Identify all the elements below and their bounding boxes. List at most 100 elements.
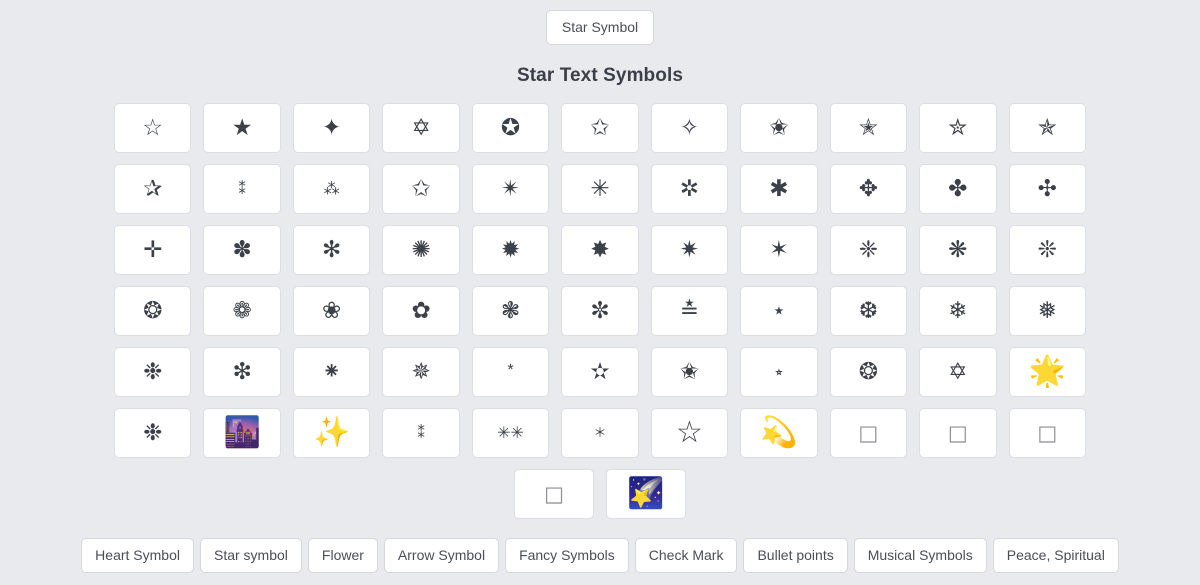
symbol-card-white-four-pointed-star[interactable]: ✧ bbox=[650, 103, 729, 153]
symbol-card-shooting-star[interactable]: 🌠 bbox=[606, 469, 686, 519]
circled-white-star-icon: ✪ bbox=[500, 114, 521, 141]
symbol-row: □ 🌠 bbox=[114, 469, 1086, 519]
four-balloon-spoked-asterisk-icon: ✣ bbox=[1037, 175, 1057, 202]
symbol-card-double-eight-spoked-asterisk[interactable]: ✳✳ bbox=[471, 408, 550, 458]
symbol-card-eight-teardrop-propeller-asterisk[interactable]: ❊ bbox=[1008, 225, 1086, 275]
symbol-card-white-small-star[interactable]: ⭒ bbox=[740, 347, 818, 397]
nav-peace-spiritual[interactable]: Peace, Spiritual bbox=[992, 538, 1119, 573]
eight-pointed-rectilinear-black-star-icon: ✸ bbox=[590, 236, 610, 263]
symbol-card-heavy-four-balloon-spoked-asterisk[interactable]: ✤ bbox=[919, 164, 997, 214]
eight-petalled-florette-icon: ❁ bbox=[232, 297, 252, 324]
symbol-card-sparkle[interactable]: ❇ bbox=[203, 347, 281, 397]
symbol-card-balloon-spoked-asterisk-2[interactable]: ❉ bbox=[114, 408, 192, 458]
fullwidth-asterisk-icon: ＊ bbox=[593, 425, 607, 441]
flower-punctuation-mark-icon: ⁕ bbox=[321, 358, 342, 385]
double-eight-spoked-asterisk-icon: ✳✳ bbox=[497, 423, 524, 442]
heavy-teardrop-spoked-pinwheel-asterisk-icon: ❃ bbox=[500, 297, 521, 324]
symbol-card-two-asterisks-aligned-vertically[interactable]: ⁑ bbox=[203, 164, 281, 214]
heavy-sparkle-icon: ❈ bbox=[858, 236, 878, 263]
symbol-card-snowflake[interactable]: ❄ bbox=[919, 286, 997, 336]
symbol-card-heavy-chevron-snowflake[interactable]: ❆ bbox=[829, 286, 908, 336]
symbol-card-white-florette[interactable]: ❀ bbox=[292, 286, 371, 336]
star-operator-icon: ⋆ bbox=[771, 297, 787, 324]
symbol-card-two-asterisks-aligned-vertically-2[interactable]: ⁑ bbox=[382, 408, 460, 458]
symbol-card-sixteen-pointed-asterisk[interactable]: ✺ bbox=[382, 225, 460, 275]
symbol-card-eight-pointed-pinwheel-star-2[interactable]: ✵ bbox=[382, 347, 460, 397]
symbol-card-star-of-david[interactable]: ✡ bbox=[382, 103, 460, 153]
symbol-card-flower-punctuation-mark[interactable]: ⁕ bbox=[292, 347, 371, 397]
symbol-card-black-florette[interactable]: ✿ bbox=[382, 286, 460, 336]
symbol-card-missing-glyph-box-1[interactable]: □ bbox=[829, 408, 908, 458]
symbol-card-asterism[interactable]: ⁂ bbox=[292, 164, 371, 214]
symbol-card-fullwidth-asterisk[interactable]: ＊ bbox=[561, 408, 639, 458]
symbol-card-eight-petalled-florette[interactable]: ❁ bbox=[203, 286, 281, 336]
symbol-card-heavy-outlined-black-star[interactable]: ✮ bbox=[919, 103, 997, 153]
symbol-card-twelve-pointed-black-star[interactable]: ✹ bbox=[471, 225, 550, 275]
symbol-card-six-pointed-black-star[interactable]: ✶ bbox=[740, 225, 818, 275]
nav-musical-symbols[interactable]: Musical Symbols bbox=[853, 538, 987, 573]
six-pointed-black-star-icon: ✶ bbox=[769, 236, 789, 263]
symbol-card-star-equals[interactable]: ≛ bbox=[650, 286, 729, 336]
symbol-card-missing-glyph-box-4[interactable]: □ bbox=[514, 469, 594, 519]
symbol-card-missing-glyph-box-3[interactable]: □ bbox=[1008, 408, 1086, 458]
symbol-card-cityscape-at-dusk[interactable]: 🌆 bbox=[203, 408, 281, 458]
symbol-card-circled-open-centre-eight-pointed-star[interactable]: ❂ bbox=[114, 286, 192, 336]
nav-fancy-symbols[interactable]: Fancy Symbols bbox=[505, 538, 629, 573]
nav-star-symbol[interactable]: Star symbol bbox=[199, 538, 302, 573]
circled-open-centre-eight-pointed-star-icon: ❂ bbox=[143, 297, 163, 324]
symbol-card-white-star[interactable]: ☆ bbox=[114, 103, 192, 153]
symbol-card-open-centre-cross[interactable]: ✛ bbox=[114, 225, 192, 275]
symbol-card-star-of-david-2[interactable]: ✡ bbox=[919, 347, 997, 397]
symbol-card-missing-glyph-box-2[interactable]: □ bbox=[919, 408, 997, 458]
symbol-card-teardrop-spoked-asterisk[interactable]: ✻ bbox=[292, 225, 371, 275]
symbol-card-heavy-eight-teardrop-propeller-asterisk[interactable]: ❋ bbox=[919, 225, 997, 275]
symbol-row: ❉ ❇ ⁕ ✵⃰ ✫ ✬ ⭒ ❂ ✡ 🌟 bbox=[114, 347, 1086, 397]
symbol-card-heavy-teardrop-spoked-pinwheel-asterisk[interactable]: ❃ bbox=[471, 286, 550, 336]
nav-check-mark[interactable]: Check Mark bbox=[634, 538, 738, 573]
white-small-star-icon: ⭒ bbox=[774, 362, 784, 381]
symbol-card-four-balloon-spoked-asterisk[interactable]: ✣ bbox=[1008, 164, 1086, 214]
symbol-card-stress-outlined-white-star[interactable]: ✩ bbox=[561, 103, 639, 153]
symbol-card-white-star-2[interactable]: ☆ bbox=[650, 408, 729, 458]
symbol-card-black-centred-white-star-2[interactable]: ✬ bbox=[650, 347, 729, 397]
nav-arrow-symbol[interactable]: Arrow Symbol bbox=[383, 538, 500, 573]
symbol-card-circled-open-centre-eight-pointed-star-2[interactable]: ❂ bbox=[829, 347, 908, 397]
nav-heart-symbol[interactable]: Heart Symbol bbox=[81, 538, 194, 573]
missing-glyph-box-4-icon: □ bbox=[544, 481, 564, 506]
star-symbol-button[interactable]: Star Symbol bbox=[545, 10, 655, 45]
symbol-card-open-centre-teardrop-spoked-asterisk[interactable]: ✼ bbox=[561, 286, 639, 336]
symbol-card-four-club-shaped-ballot[interactable]: ✥ bbox=[829, 164, 908, 214]
symbol-card-dizzy-symbol[interactable]: 💫 bbox=[740, 408, 818, 458]
symbol-card-eight-pointed-black-star[interactable]: ✴ bbox=[471, 164, 550, 214]
symbol-card-stress-outlined-white-star-2[interactable]: ✩ bbox=[382, 164, 460, 214]
symbol-card-heavy-sparkle[interactable]: ❈ bbox=[829, 225, 908, 275]
symbol-card-sparkles[interactable]: ✨ bbox=[292, 408, 371, 458]
symbol-card-star-operator[interactable]: ⋆ bbox=[740, 286, 818, 336]
symbol-card-glowing-star[interactable]: 🌟 bbox=[1008, 347, 1086, 397]
symbol-card-heavy-asterisk[interactable]: ✱ bbox=[740, 164, 818, 214]
symbol-card-black-four-pointed-star[interactable]: ✦ bbox=[292, 103, 371, 153]
symbol-card-shadowed-white-star[interactable]: ✰ bbox=[114, 164, 192, 214]
symbol-card-eight-pointed-pinwheel-star[interactable]: ✷ bbox=[650, 225, 729, 275]
symbol-card-circled-white-star[interactable]: ✪ bbox=[471, 103, 550, 153]
sparkles-icon: ✨ bbox=[312, 415, 351, 450]
nav-flower[interactable]: Flower bbox=[307, 538, 378, 573]
symbol-card-heavy-teardrop-spoked-asterisk[interactable]: ✽ bbox=[203, 225, 281, 275]
symbol-card-tight-trifoliate-snowflake[interactable]: ❅ bbox=[1008, 286, 1086, 336]
nav-bullet-points[interactable]: Bullet points bbox=[743, 538, 848, 573]
outlined-black-star-icon: ✭ bbox=[858, 114, 878, 141]
black-centred-white-star-2-icon: ✬ bbox=[679, 358, 700, 385]
symbol-card-combining-asterisk-above-star[interactable]: ⃰ bbox=[471, 347, 550, 397]
symbol-card-eight-spoked-asterisk[interactable]: ✳ bbox=[561, 164, 639, 214]
star-of-david-2-icon: ✡ bbox=[948, 358, 968, 385]
symbol-card-balloon-spoked-asterisk[interactable]: ❉ bbox=[114, 347, 192, 397]
open-centre-teardrop-spoked-asterisk-icon: ✼ bbox=[590, 297, 610, 324]
bottom-nav: Heart Symbol Star symbol Flower Arrow Symbo… bbox=[0, 538, 1200, 577]
symbol-card-black-star[interactable]: ★ bbox=[203, 103, 281, 153]
symbol-card-open-centre-asterisk[interactable]: ✲ bbox=[650, 164, 729, 214]
symbol-card-open-centre-black-star[interactable]: ✫ bbox=[561, 347, 639, 397]
symbol-card-black-centred-white-star[interactable]: ✬ bbox=[740, 103, 818, 153]
symbol-card-eight-pointed-rectilinear-black-star[interactable]: ✸ bbox=[561, 225, 639, 275]
symbol-card-pinwheel-star[interactable]: ✯ bbox=[1008, 103, 1086, 153]
symbol-card-outlined-black-star[interactable]: ✭ bbox=[829, 103, 908, 153]
